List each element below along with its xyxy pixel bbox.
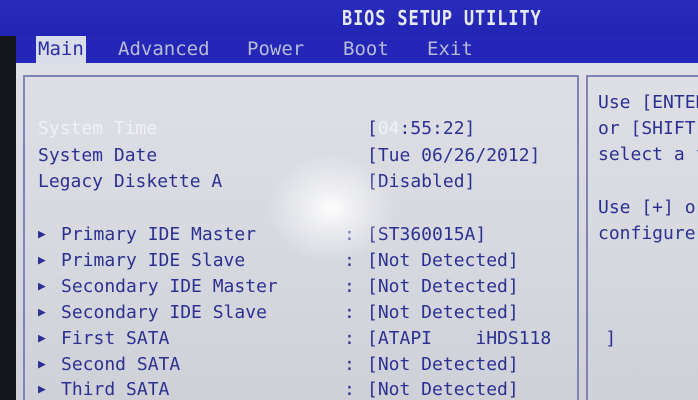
separator: : [344,224,355,245]
setting-system-time[interactable]: System Time [04:55:22] [16,117,576,141]
submenu-arrow-icon: ▶ [38,253,46,268]
time-cursor: 04 [377,118,400,139]
submenu-arrow-icon: ▶ [38,227,46,242]
main-panel: System Time [04:55:22] System Date [Tue … [16,63,698,400]
device-value: [Not Detected] [367,354,519,375]
help-text-line: Use [+] or [598,197,698,218]
help-text-line: Use [ENTER [598,92,698,113]
system-time-value[interactable]: [04:55:22] [367,117,475,141]
device-label: First SATA [61,328,170,349]
device-primary-ide-master[interactable]: ▶ Primary IDE Master : [ST360015A] [16,223,576,247]
setting-legacy-diskette[interactable]: Legacy Diskette A [Disabled] [16,170,576,194]
device-value: [Not Detected] [367,379,519,400]
submenu-arrow-icon: ▶ [38,279,46,294]
setting-system-date[interactable]: System Date [Tue 06/26/2012] [16,144,576,168]
device-value: [ST360015A] [367,224,487,245]
submenu-arrow-icon: ▶ [38,357,46,372]
device-third-sata[interactable]: ▶ Third SATA : [Not Detected] [16,378,576,400]
device-label: Secondary IDE Slave [61,302,267,323]
device-secondary-ide-master[interactable]: ▶ Secondary IDE Master : [Not Detected] [16,275,576,299]
separator: : [344,328,355,349]
submenu-arrow-icon: ▶ [38,305,46,320]
tab-power[interactable]: Power [245,36,306,63]
device-label: Secondary IDE Master [61,276,278,297]
title-bar: BIOS SETUP UTILITY [0,0,698,36]
help-text-line: configure s [598,223,698,244]
device-label: Third SATA [61,379,170,400]
system-date-value[interactable]: [Tue 06/26/2012] [367,144,540,168]
device-second-sata[interactable]: ▶ Second SATA : [Not Detected] [16,353,576,377]
tab-boot[interactable]: Boot [341,36,391,63]
separator: : [344,250,355,271]
legacy-diskette-value[interactable]: [Disabled] [367,170,475,194]
device-value: [Not Detected] [367,250,519,271]
device-label: Second SATA [61,354,181,375]
device-value: [Not Detected] [367,276,519,297]
device-primary-ide-slave[interactable]: ▶ Primary IDE Slave : [Not Detected] [16,249,576,273]
submenu-arrow-icon: ▶ [38,382,46,397]
device-first-sata[interactable]: ▶ First SATA : [ATAPI iHDS118 ] [16,327,616,351]
device-secondary-ide-slave[interactable]: ▶ Secondary IDE Slave : [Not Detected] [16,301,576,325]
legacy-diskette-label: Legacy Diskette A [38,171,223,192]
help-text-line: select a f [598,144,698,165]
separator: : [344,354,355,375]
bios-screen: BIOS SETUP UTILITY Main Advanced Power B… [0,0,698,400]
device-value: [Not Detected] [367,302,519,323]
submenu-arrow-icon: ▶ [38,331,46,346]
device-label: Primary IDE Slave [61,250,246,271]
tab-advanced[interactable]: Advanced [116,36,212,63]
tab-exit[interactable]: Exit [425,36,475,63]
help-text-line: or [SHIFT- [598,118,698,139]
menu-bar: Main Advanced Power Boot Exit [16,36,698,63]
bios-title: BIOS SETUP UTILITY [342,6,542,30]
device-label: Primary IDE Master [61,224,257,245]
separator: : [344,379,355,400]
tab-main[interactable]: Main [36,36,86,63]
device-value: [ATAPI iHDS118 ] [367,328,617,349]
system-date-label: System Date [38,145,158,166]
separator: : [344,302,355,323]
system-time-label: System Time [38,118,158,139]
separator: : [344,276,355,297]
